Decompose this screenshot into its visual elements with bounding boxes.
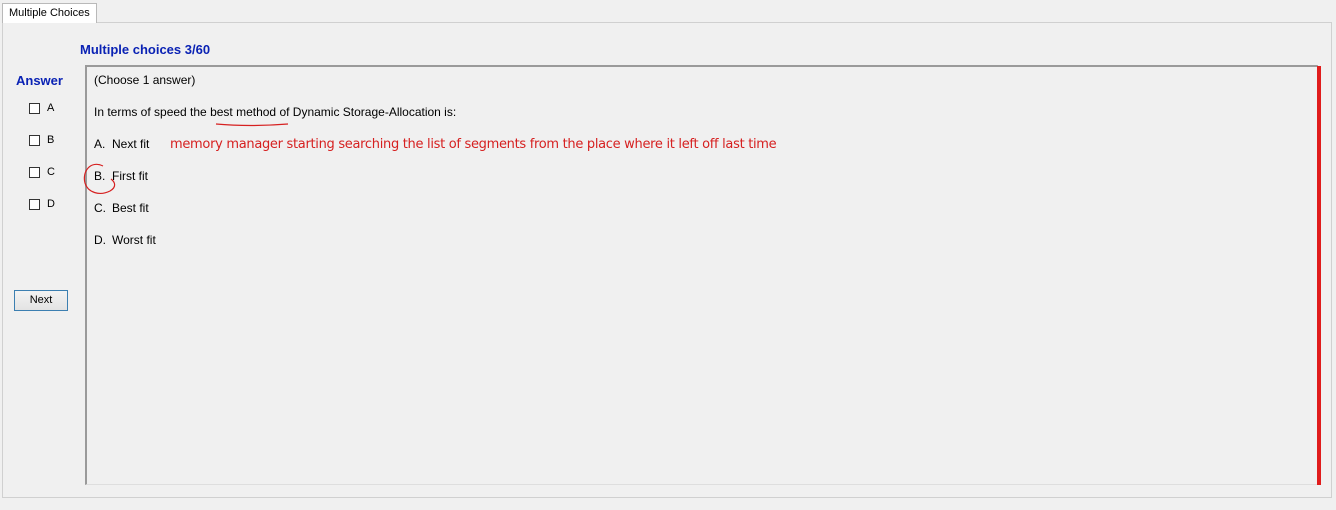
choice-d-text: Worst fit xyxy=(112,233,156,247)
answer-label: Answer xyxy=(16,73,63,88)
checkbox-d[interactable] xyxy=(29,198,40,210)
question-instruction: (Choose 1 answer) xyxy=(94,73,196,87)
tab-multiple-choices[interactable]: Multiple Choices xyxy=(2,3,97,23)
answer-option-c[interactable]: C xyxy=(29,165,55,179)
choice-c-letter: C. xyxy=(94,201,106,215)
question-text-emphasis: best method xyxy=(210,105,277,119)
choice-c: C. Best fit xyxy=(94,201,149,215)
app-window: Multiple Choices Multiple choices 3/60 A… xyxy=(0,0,1336,510)
scrollbar-marker xyxy=(1317,66,1321,485)
choice-c-text: Best fit xyxy=(112,201,149,215)
question-text-prefix: In terms of speed the xyxy=(94,105,211,119)
answer-option-d[interactable]: D xyxy=(29,197,55,211)
checkbox-a[interactable] xyxy=(29,102,40,114)
checkbox-a-label: A xyxy=(47,102,55,114)
checkbox-c-label: C xyxy=(47,166,55,178)
answer-option-b[interactable]: B xyxy=(29,133,54,147)
checkbox-d-label: D xyxy=(47,198,55,210)
question-text-suffix: of Dynamic Storage-Allocation is: xyxy=(276,105,457,119)
choice-b-text: First fit xyxy=(112,169,148,183)
choice-a-letter: A. xyxy=(94,137,106,151)
checkbox-b[interactable] xyxy=(29,134,40,146)
choice-d-letter: D. xyxy=(94,233,106,247)
answer-option-a[interactable]: A xyxy=(29,101,54,115)
question-text: In terms of speed the best method of Dyn… xyxy=(94,105,456,119)
question-panel xyxy=(85,65,1318,485)
page-title: Multiple choices 3/60 xyxy=(80,42,211,57)
checkbox-b-label: B xyxy=(47,134,55,146)
next-button[interactable]: Next xyxy=(14,290,68,311)
choice-a-text: Next fit xyxy=(112,137,150,151)
choice-b: B. First fit xyxy=(94,169,148,183)
choice-d: D. Worst fit xyxy=(94,233,156,247)
handwritten-annotation: memory manager starting searching the li… xyxy=(170,137,777,152)
checkbox-c[interactable] xyxy=(29,166,40,178)
choice-b-letter: B. xyxy=(94,169,106,183)
choice-a: A. Next fit xyxy=(94,137,149,151)
